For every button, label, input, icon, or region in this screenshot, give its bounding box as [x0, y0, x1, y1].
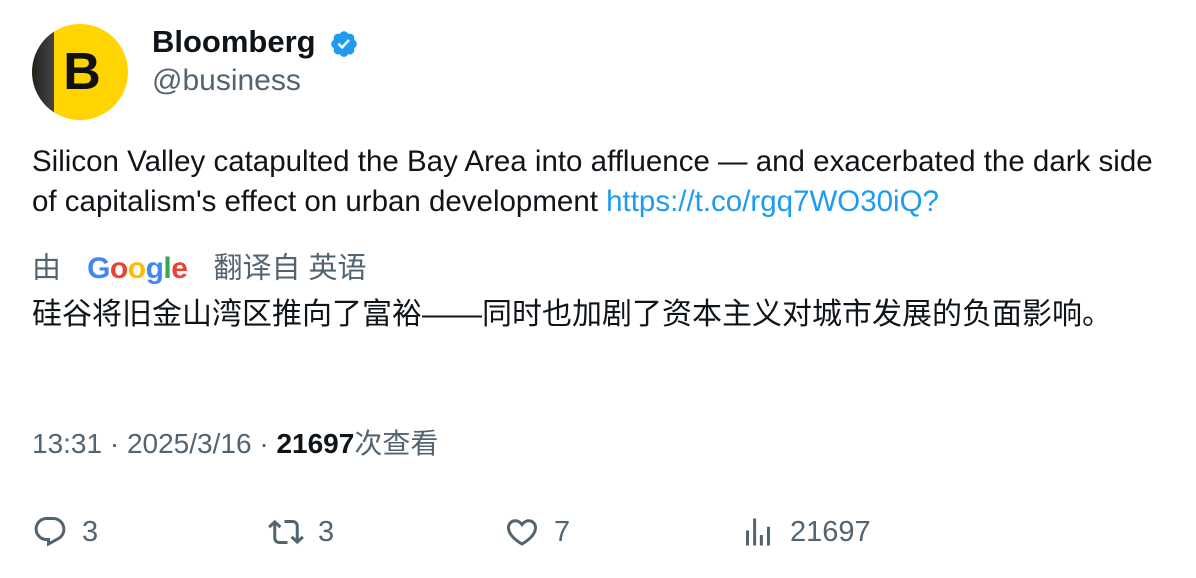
tweet-meta: 13:31 · 2025/3/16 · 21697次查看: [32, 424, 438, 464]
tweet-date[interactable]: 2025/3/16: [127, 428, 252, 459]
verified-badge-icon: [331, 31, 357, 57]
translation-prefix: 由: [32, 252, 62, 285]
translated-text: 硅谷将旧金山湾区推向了富裕——同时也加剧了资本主义对城市发展的负面影响。: [32, 298, 1112, 331]
author-name[interactable]: Bloomberg: [152, 24, 316, 60]
view-count: 21697: [276, 428, 355, 459]
reply-button[interactable]: 3: [32, 510, 98, 554]
translation-attribution: 由 Google 翻译自 英语: [32, 247, 367, 287]
meta-separator: ·: [251, 428, 277, 459]
like-button[interactable]: 7: [504, 510, 570, 554]
tweet-body: Silicon Valley catapulted the Bay Area i…: [32, 145, 1153, 218]
like-count: 7: [554, 515, 571, 548]
translation-suffix: 翻译自 英语: [213, 252, 367, 285]
tweet-text: Silicon Valley catapulted the Bay Area i…: [32, 142, 1172, 222]
avatar[interactable]: B: [32, 24, 128, 120]
tweet-link[interactable]: https://t.co/rgq7WO30iQ?: [606, 185, 939, 218]
tweet-time[interactable]: 13:31: [32, 428, 102, 459]
reply-count: 3: [82, 515, 99, 548]
avatar-shade: [32, 24, 54, 120]
retweet-icon: [268, 519, 304, 545]
view-label: 次查看: [354, 428, 439, 459]
views-count: 21697: [790, 515, 871, 548]
retweet-button[interactable]: 3: [268, 510, 334, 554]
author-handle[interactable]: @business: [152, 63, 301, 99]
views-button[interactable]: 21697: [740, 510, 871, 554]
views-icon: [746, 518, 770, 546]
meta-separator: ·: [102, 428, 127, 459]
retweet-count: 3: [318, 515, 335, 548]
reply-icon: [34, 517, 66, 547]
avatar-letter: B: [63, 43, 101, 101]
google-logo: Google: [87, 251, 188, 285]
like-icon: [506, 519, 538, 546]
